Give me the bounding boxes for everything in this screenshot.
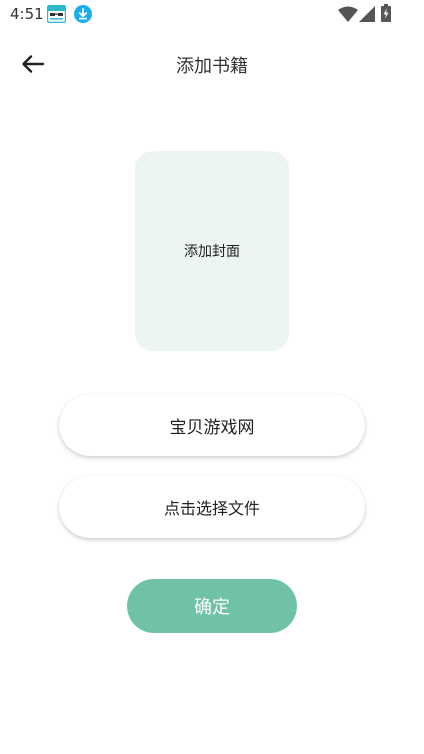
wifi-icon [338, 6, 358, 22]
select-file-label: 点击选择文件 [163, 499, 260, 518]
book-source-field[interactable]: 宝贝游戏网 [59, 394, 365, 456]
battery-charging-icon [381, 4, 391, 22]
page-title: 添加书籍 [176, 56, 248, 77]
book-source-value: 宝贝游戏网 [169, 417, 255, 438]
app-bar: 添加书籍 [0, 40, 424, 88]
signal-icon [359, 6, 375, 22]
confirm-label: 确定 [194, 597, 230, 618]
add-book-screen: 4:51 添加书籍 添加封面 宝贝游戏网 点击选择文件 确定 [0, 0, 424, 754]
status-time: 4:51 [10, 5, 44, 23]
add-cover-label: 添加封面 [184, 244, 240, 260]
download-icon [74, 5, 92, 23]
add-cover-button[interactable]: 添加封面 [135, 151, 289, 351]
select-file-button[interactable]: 点击选择文件 [59, 476, 365, 538]
status-bar: 4:51 [0, 0, 424, 28]
app-notification-icon [47, 5, 66, 23]
confirm-button[interactable]: 确定 [127, 579, 297, 633]
